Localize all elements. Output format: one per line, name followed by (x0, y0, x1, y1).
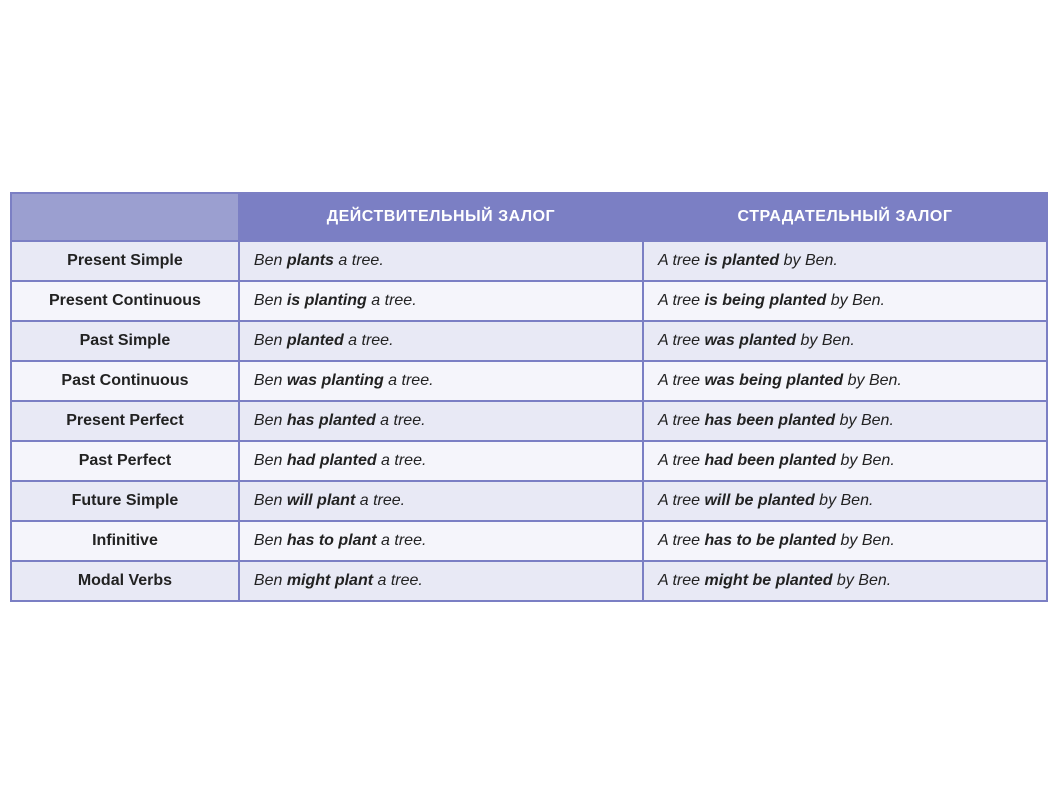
bold-phrase: had been planted (704, 452, 836, 469)
passive-cell: A tree was planted by Ben. (643, 321, 1047, 361)
active-cell: Ben has planted a tree. (239, 401, 643, 441)
tense-cell: Modal Verbs (11, 561, 239, 601)
table-row: Present SimpleBen plants a tree.A tree i… (11, 241, 1047, 281)
passive-cell: A tree will be planted by Ben. (643, 481, 1047, 521)
bold-phrase: had planted (287, 452, 377, 469)
tense-cell: Infinitive (11, 521, 239, 561)
bold-phrase: planted (287, 332, 344, 349)
table-row: Future SimpleBen will plant a tree.A tre… (11, 481, 1047, 521)
table-row: InfinitiveBen has to plant a tree.A tree… (11, 521, 1047, 561)
active-cell: Ben has to plant a tree. (239, 521, 643, 561)
bold-phrase: is planted (704, 252, 779, 269)
bold-phrase: plants (287, 252, 334, 269)
active-cell: Ben had planted a tree. (239, 441, 643, 481)
active-cell: Ben plants a tree. (239, 241, 643, 281)
table-row: Past SimpleBen planted a tree.A tree was… (11, 321, 1047, 361)
table-row: Present ContinuousBen is planting a tree… (11, 281, 1047, 321)
bold-phrase: is planting (287, 292, 367, 309)
active-cell: Ben might plant a tree. (239, 561, 643, 601)
bold-phrase: was planted (704, 332, 796, 349)
header-passive: СТРАДАТЕЛЬНЫЙ ЗАЛОГ (643, 193, 1047, 241)
bold-phrase: might be planted (704, 572, 832, 589)
tense-cell: Future Simple (11, 481, 239, 521)
bold-phrase: will be planted (704, 492, 814, 509)
passive-cell: A tree is being planted by Ben. (643, 281, 1047, 321)
grammar-table: ДЕЙСТВИТЕЛЬНЫЙ ЗАЛОГ СТРАДАТЕЛЬНЫЙ ЗАЛОГ… (10, 192, 1048, 602)
passive-cell: A tree was being planted by Ben. (643, 361, 1047, 401)
passive-cell: A tree has to be planted by Ben. (643, 521, 1047, 561)
active-cell: Ben will plant a tree. (239, 481, 643, 521)
table-row: Past PerfectBen had planted a tree.A tre… (11, 441, 1047, 481)
tense-cell: Past Perfect (11, 441, 239, 481)
bold-phrase: was being planted (704, 372, 843, 389)
active-cell: Ben planted a tree. (239, 321, 643, 361)
passive-cell: A tree had been planted by Ben. (643, 441, 1047, 481)
bold-phrase: has planted (287, 412, 376, 429)
bold-phrase: has to be planted (704, 532, 836, 549)
tense-cell: Present Perfect (11, 401, 239, 441)
passive-cell: A tree has been planted by Ben. (643, 401, 1047, 441)
tense-cell: Present Simple (11, 241, 239, 281)
bold-phrase: was planting (287, 372, 384, 389)
active-cell: Ben is planting a tree. (239, 281, 643, 321)
header-active: ДЕЙСТВИТЕЛЬНЫЙ ЗАЛОГ (239, 193, 643, 241)
bold-phrase: might plant (287, 572, 373, 589)
table-row: Past ContinuousBen was planting a tree.A… (11, 361, 1047, 401)
tense-cell: Past Simple (11, 321, 239, 361)
bold-phrase: has to plant (287, 532, 377, 549)
passive-cell: A tree might be planted by Ben. (643, 561, 1047, 601)
header-tense (11, 193, 239, 241)
passive-cell: A tree is planted by Ben. (643, 241, 1047, 281)
tense-cell: Past Continuous (11, 361, 239, 401)
table-row: Modal VerbsBen might plant a tree.A tree… (11, 561, 1047, 601)
tense-cell: Present Continuous (11, 281, 239, 321)
table-row: Present PerfectBen has planted a tree.A … (11, 401, 1047, 441)
bold-phrase: is being planted (704, 292, 826, 309)
active-cell: Ben was planting a tree. (239, 361, 643, 401)
bold-phrase: will plant (287, 492, 355, 509)
bold-phrase: has been planted (704, 412, 835, 429)
